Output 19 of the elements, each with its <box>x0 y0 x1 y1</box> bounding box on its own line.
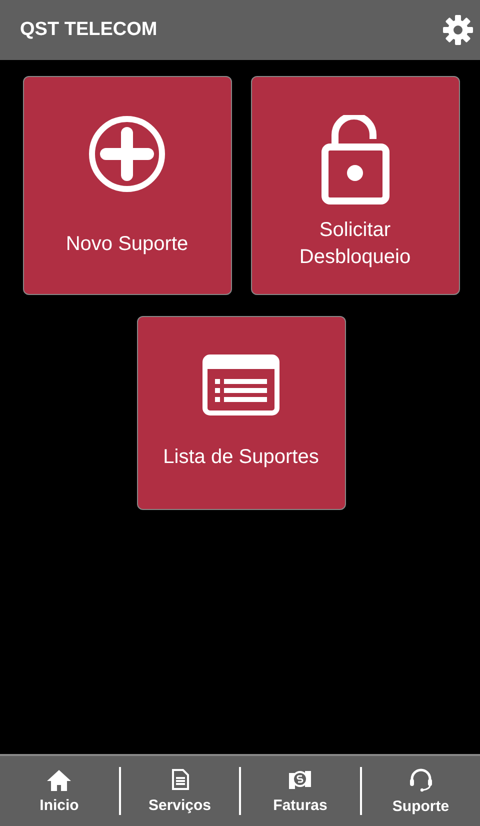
tile-label: Novo Suporte <box>66 232 188 257</box>
list-icon <box>202 354 280 416</box>
unlock-icon <box>320 115 390 205</box>
plus-circle-icon <box>88 115 166 193</box>
nav-tab[interactable]: Suporte <box>362 756 480 826</box>
nav-tab[interactable]: Serviços <box>120 756 239 826</box>
settings-icon[interactable] <box>442 14 474 46</box>
coin-stack-icon <box>288 768 312 790</box>
menu-tile[interactable]: Solicitar Desbloqueio <box>250 76 460 295</box>
tile-label: Lista de Suportes <box>163 445 319 470</box>
menu-tile[interactable]: Novo Suporte <box>22 76 232 295</box>
app-title: QST TELECOM <box>20 19 158 41</box>
tile-label: Solicitar Desbloqueio <box>298 218 412 270</box>
home-icon <box>46 768 72 790</box>
nav-tab[interactable]: Inicio <box>0 756 118 826</box>
menu-tile[interactable]: Lista de Suportes <box>136 316 346 510</box>
nav-tab[interactable]: Faturas <box>241 756 360 826</box>
document-icon <box>170 768 189 790</box>
headset-icon <box>408 768 433 792</box>
